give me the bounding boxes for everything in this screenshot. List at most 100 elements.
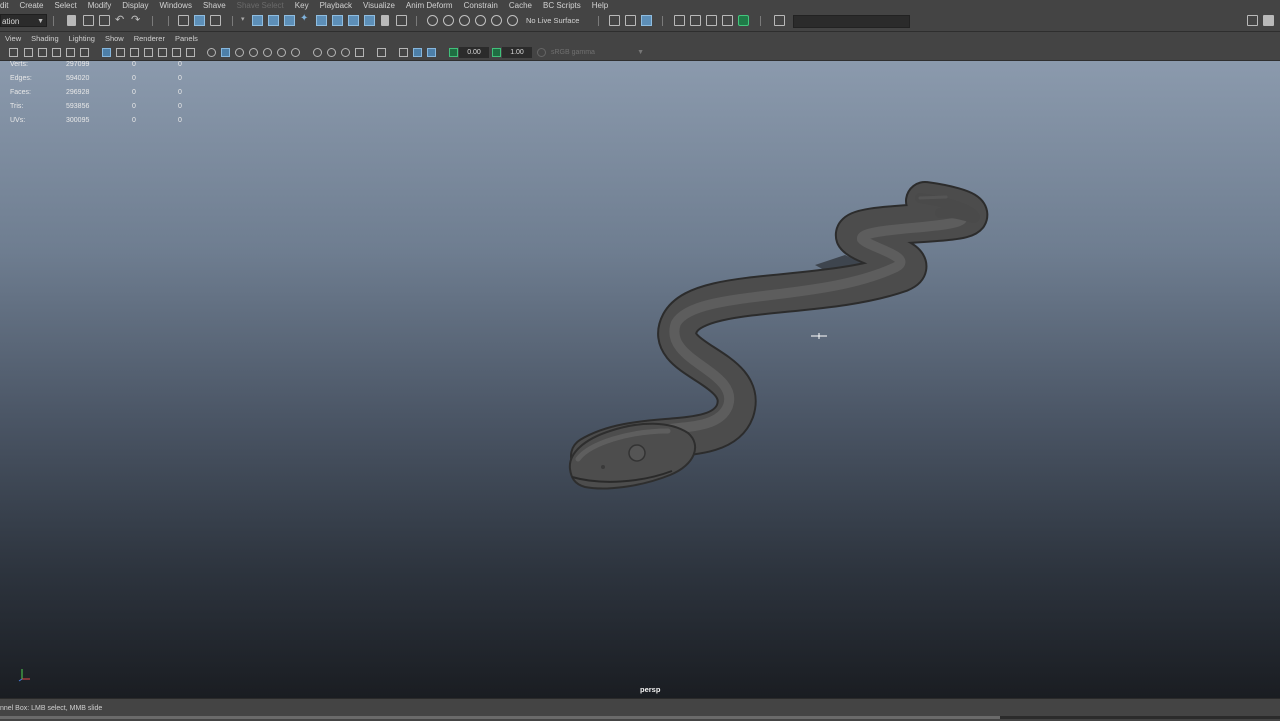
wireframe-on-shaded-icon[interactable] [249, 48, 258, 57]
sidebar-toggle-icon[interactable] [1247, 15, 1258, 26]
snake-model[interactable] [0, 61, 1280, 698]
quick-select-input[interactable] [793, 15, 910, 28]
input-line-mode-icon[interactable] [774, 15, 785, 26]
render-view-icon[interactable] [674, 15, 685, 26]
shadows-icon[interactable] [291, 48, 300, 57]
two-d-pan-zoom-icon[interactable] [66, 48, 75, 57]
hypershade-icon[interactable] [738, 15, 749, 26]
wireframe-icon[interactable] [207, 48, 216, 57]
select-by-deformer-icon[interactable]: ✦ [300, 13, 311, 24]
menu-modify[interactable]: Modify [82, 0, 117, 11]
output-operations-icon[interactable] [625, 15, 636, 26]
exposure-icon[interactable] [449, 48, 458, 57]
panel-menu-lighting[interactable]: Lighting [64, 32, 100, 45]
new-scene-icon[interactable] [67, 15, 76, 26]
render-settings-icon[interactable] [722, 15, 733, 26]
menu-bc-scripts[interactable]: BC Scripts [537, 0, 586, 11]
panel-menu-panels[interactable]: Panels [170, 32, 203, 45]
redo-icon[interactable]: ↷ [131, 13, 142, 26]
menu-key[interactable]: Key [289, 0, 314, 11]
safe-title-icon[interactable] [186, 48, 195, 57]
menu-constrain[interactable]: Constrain [458, 0, 503, 11]
chevron-down-icon: ▼ [37, 18, 44, 25]
view-transform-dropdown[interactable]: sRGB gamma ▼ [548, 47, 647, 58]
color-management-icon[interactable] [537, 48, 546, 57]
gamma-field[interactable]: 1.00 [502, 47, 532, 58]
menu-set-dropdown[interactable]: ation ▼ [0, 14, 47, 27]
textured-icon[interactable] [263, 48, 272, 57]
menu-anim-deform[interactable]: Anim Deform [400, 0, 458, 11]
select-object-icon[interactable] [194, 15, 205, 26]
highlight-selection-icon[interactable] [396, 15, 407, 26]
snap-to-point-icon[interactable] [459, 15, 470, 26]
select-by-curve-icon[interactable] [284, 15, 295, 26]
lock-icon[interactable] [381, 15, 389, 26]
menu-display[interactable]: Display [116, 0, 153, 11]
depth-of-field-icon[interactable] [355, 48, 364, 57]
snap-to-curve-icon[interactable] [443, 15, 454, 26]
menu-windows[interactable]: Windows [154, 0, 197, 11]
menu-edit[interactable]: dit [0, 0, 13, 11]
anti-aliasing-icon[interactable] [341, 48, 350, 57]
gate-mask-icon[interactable] [144, 48, 153, 57]
panel-menu-show[interactable]: Show [100, 32, 129, 45]
isolate-select-icon[interactable] [377, 48, 386, 57]
ipr-render-icon[interactable] [706, 15, 717, 26]
menu-playback[interactable]: Playback [314, 0, 357, 11]
bookmarks-icon[interactable] [38, 48, 47, 57]
field-chart-icon[interactable] [158, 48, 167, 57]
snap-to-projected-center-icon[interactable] [475, 15, 486, 26]
select-by-surface-icon[interactable] [316, 15, 327, 26]
select-by-render-icon[interactable] [332, 15, 343, 26]
snap-to-view-plane-icon[interactable] [491, 15, 502, 26]
menu-cache[interactable]: Cache [503, 0, 537, 11]
use-default-material-icon[interactable] [235, 48, 244, 57]
exposure-field[interactable]: 0.00 [459, 47, 489, 58]
use-all-lights-icon[interactable] [277, 48, 286, 57]
film-gate-icon[interactable] [116, 48, 125, 57]
panel-menu-view[interactable]: View [0, 32, 26, 45]
make-live-icon[interactable] [507, 15, 518, 26]
x-ray-joints-icon[interactable] [413, 48, 422, 57]
render-current-frame-icon[interactable] [690, 15, 701, 26]
snap-to-grid-icon[interactable] [427, 15, 438, 26]
gamma-icon[interactable] [492, 48, 501, 57]
resolution-gate-icon[interactable] [130, 48, 139, 57]
grid-icon[interactable] [102, 48, 111, 57]
screen-space-ao-icon[interactable] [313, 48, 322, 57]
smooth-shade-icon[interactable] [221, 48, 230, 57]
camera-attributes-icon[interactable] [24, 48, 33, 57]
status-line: ation ▼ ↶ ↷ ▾ ✦ No Live Surface [0, 11, 1280, 32]
select-by-joint-icon[interactable] [268, 15, 279, 26]
menu-visualize[interactable]: Visualize [357, 0, 400, 11]
open-scene-icon[interactable] [83, 15, 94, 26]
menu-select[interactable]: Select [48, 0, 81, 11]
panel-menu-renderer[interactable]: Renderer [129, 32, 170, 45]
separator [53, 16, 54, 26]
menu-shave[interactable]: Shave [197, 0, 231, 11]
save-scene-icon[interactable] [99, 15, 110, 26]
chevron-down-icon[interactable]: ▾ [241, 15, 252, 26]
x-ray-icon[interactable] [399, 48, 408, 57]
construction-history-icon[interactable] [641, 15, 652, 26]
panel-menu-shading[interactable]: Shading [26, 32, 64, 45]
undo-icon[interactable]: ↶ [115, 13, 126, 26]
select-component-icon[interactable] [210, 15, 221, 26]
menu-help[interactable]: Help [586, 0, 613, 11]
channel-box-toggle-icon[interactable] [1263, 15, 1274, 26]
motion-blur-icon[interactable] [327, 48, 336, 57]
select-camera-icon[interactable] [9, 48, 18, 57]
camera-name-label: persp [640, 685, 661, 694]
select-by-misc-icon[interactable] [348, 15, 359, 26]
scrollbar-thumb[interactable] [0, 716, 1000, 719]
x-ray-components-icon[interactable] [427, 48, 436, 57]
perspective-viewport[interactable]: Verts: 297099 0 0 Edges: 594020 0 0 Face… [0, 61, 1280, 698]
select-by-rotate-pivot-icon[interactable] [364, 15, 375, 26]
image-plane-icon[interactable] [52, 48, 61, 57]
menu-create[interactable]: Create [13, 0, 48, 11]
grease-pencil-icon[interactable] [80, 48, 89, 57]
safe-action-icon[interactable] [172, 48, 181, 57]
select-hierarchy-icon[interactable] [178, 15, 189, 26]
input-operations-icon[interactable] [609, 15, 620, 26]
select-by-handle-icon[interactable] [252, 15, 263, 26]
